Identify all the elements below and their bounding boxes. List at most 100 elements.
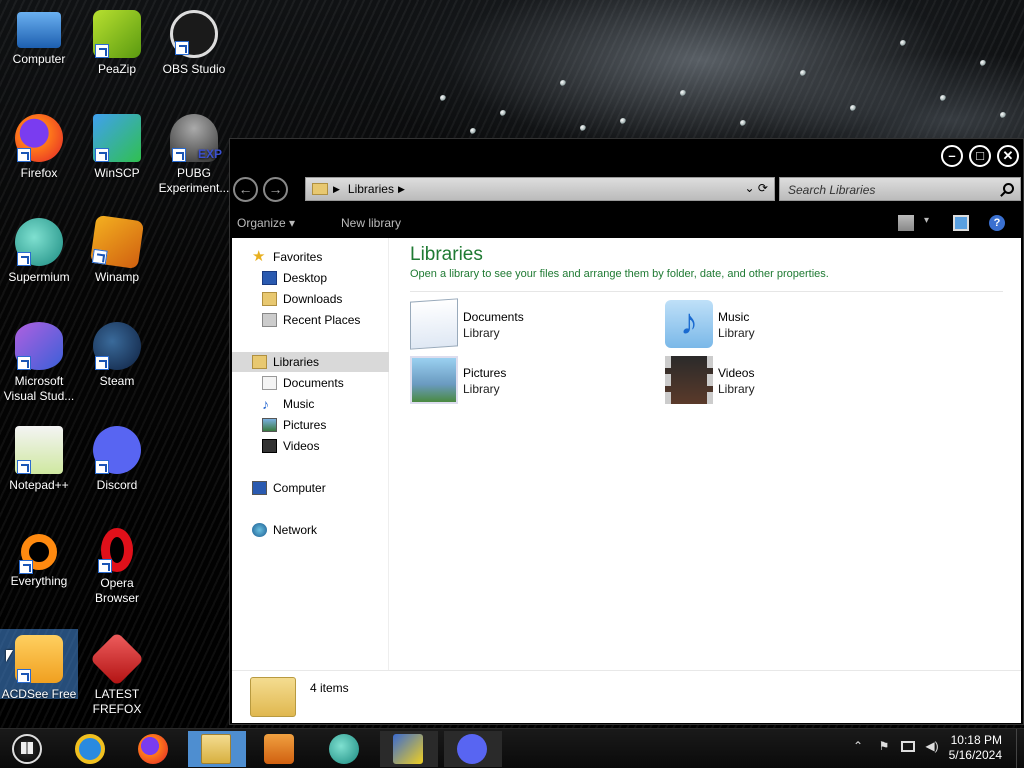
library-type: Library xyxy=(463,382,500,396)
clock-time: 10:18 PM xyxy=(950,733,1002,747)
forward-button[interactable]: → xyxy=(263,177,288,202)
desktop-icon-label: Steam xyxy=(99,374,135,388)
nav-videos[interactable]: Videos xyxy=(232,436,389,456)
taskbar-firefox[interactable] xyxy=(125,731,183,767)
nav-label: Documents xyxy=(283,376,344,390)
desktop-icon-visual-studio[interactable]: Microsoft Visual Stud... xyxy=(0,316,78,404)
file-explorer-icon xyxy=(201,734,231,764)
view-options-icon[interactable] xyxy=(898,215,914,231)
nav-label: Libraries xyxy=(273,355,320,369)
windows-logo-icon xyxy=(21,742,33,754)
desktop-icon-peazip[interactable]: PeaZip xyxy=(78,4,156,77)
desktop-icon-acdsee[interactable]: ACDSee Free xyxy=(0,629,78,701)
system-clock[interactable]: 10:18 PM 5/16/2024 xyxy=(949,733,1002,763)
back-button[interactable]: ← xyxy=(233,177,258,202)
maximize-button[interactable]: □ xyxy=(969,145,991,167)
details-pane: 4 items xyxy=(232,670,1021,723)
nav-label: Videos xyxy=(283,439,320,453)
steam-icon xyxy=(93,322,141,370)
desktop-icon-label: ACDSee Free xyxy=(1,687,77,701)
search-icon[interactable] xyxy=(1003,183,1014,194)
nav-libraries[interactable]: Libraries xyxy=(232,352,389,372)
taskbar-explorer[interactable] xyxy=(188,731,246,767)
desktop-icon-label: LATEST FREFOX xyxy=(92,687,142,716)
desktop-icon-winamp[interactable]: Winamp xyxy=(78,212,156,285)
desktop-icon-everything[interactable]: Everything xyxy=(0,524,78,589)
supermium-icon xyxy=(329,734,359,764)
refresh-icon[interactable]: ⌄ ⟳ xyxy=(745,181,768,195)
nav-label: Network xyxy=(273,523,318,537)
desktop-icon-winscp[interactable]: WinSCP xyxy=(78,108,156,181)
title-bar[interactable]: – □ ✕ xyxy=(230,139,1023,171)
supermium-icon xyxy=(15,218,63,266)
nav-pictures[interactable]: Pictures xyxy=(232,415,389,435)
videos-icon xyxy=(262,439,277,453)
show-desktop-button[interactable] xyxy=(1016,729,1024,768)
network-icon xyxy=(252,523,267,537)
search-input[interactable]: Search Libraries xyxy=(779,177,1021,201)
desktop-icon-label: Winamp xyxy=(94,270,139,284)
pubg-helmet-icon: EXP xyxy=(170,114,222,162)
desktop-icon-computer[interactable]: Computer xyxy=(0,4,78,67)
obs-icon xyxy=(170,10,218,58)
library-item-pictures[interactable]: Pictures Library xyxy=(410,356,630,406)
desktop-icon-pubg[interactable]: EXP PUBG Experiment... xyxy=(155,108,233,196)
libraries-icon xyxy=(252,355,267,369)
chevron-up-icon[interactable]: ⌃ xyxy=(851,739,865,753)
chevron-right-icon[interactable]: ▶ xyxy=(398,184,405,195)
library-item-documents[interactable]: Documents Library xyxy=(410,298,630,350)
taskbar-supermium[interactable] xyxy=(316,731,374,767)
nav-favorites[interactable]: ★ Favorites xyxy=(232,247,389,267)
mouse-cursor xyxy=(6,650,13,662)
chevron-down-icon[interactable]: ▾ xyxy=(924,215,940,231)
nav-recent-places[interactable]: Recent Places xyxy=(232,310,389,330)
help-icon[interactable]: ? xyxy=(989,215,1005,231)
desktop-icon-opera[interactable]: Opera Browser xyxy=(78,524,156,606)
latest-frefox-icon xyxy=(89,631,145,687)
desktop-icon-firefox[interactable]: Firefox xyxy=(0,108,78,181)
network-icon[interactable] xyxy=(901,741,915,752)
organize-button[interactable]: Organize ▾ xyxy=(237,216,295,230)
explorer-window[interactable]: – □ ✕ ← → ▶ Libraries ▶ ⌄ ⟳ Search Libra… xyxy=(229,138,1024,725)
new-library-button[interactable]: New library xyxy=(341,216,401,230)
desktop-icon-obs[interactable]: OBS Studio xyxy=(155,4,233,77)
desktop-icon-notepadpp[interactable]: Notepad++ xyxy=(0,420,78,493)
desktop-icon-steam[interactable]: Steam xyxy=(78,316,156,389)
library-name: Pictures xyxy=(463,366,507,380)
desktop-icon-label: OBS Studio xyxy=(162,62,226,76)
speaker-icon[interactable]: ◀) xyxy=(925,739,939,753)
desktop-icon-discord[interactable]: Discord xyxy=(78,420,156,493)
taskbar-ie[interactable] xyxy=(62,731,120,767)
nav-downloads[interactable]: Downloads xyxy=(232,289,389,309)
library-type: Library xyxy=(718,326,755,340)
nav-desktop[interactable]: Desktop xyxy=(232,268,389,288)
firefox-icon xyxy=(138,734,168,764)
breadcrumb[interactable]: Libraries xyxy=(348,182,394,196)
taskbar-media-player[interactable] xyxy=(251,731,309,767)
chevron-right-icon: ▶ xyxy=(333,183,340,194)
minimize-button[interactable]: – xyxy=(941,145,963,167)
flag-icon[interactable]: ⚑ xyxy=(877,739,891,753)
wallpaper-droplets xyxy=(380,0,1024,140)
recent-places-icon xyxy=(262,313,277,327)
videos-library-icon xyxy=(665,356,713,404)
taskbar-visual-studio[interactable] xyxy=(380,731,438,767)
address-bar[interactable]: ▶ Libraries ▶ ⌄ ⟳ xyxy=(305,177,775,201)
close-button[interactable]: ✕ xyxy=(997,145,1019,167)
desktop-icon-latest-frefox[interactable]: LATEST FREFOX xyxy=(78,629,156,717)
notepadpp-icon xyxy=(15,426,63,474)
nav-documents[interactable]: Documents xyxy=(232,373,389,393)
desktop-icon-label: Everything xyxy=(10,574,68,588)
start-button[interactable] xyxy=(12,734,42,764)
nav-music[interactable]: ♪ Music xyxy=(232,394,389,414)
everything-icon xyxy=(19,534,57,574)
documents-icon xyxy=(262,376,277,390)
library-item-videos[interactable]: Videos Library xyxy=(665,356,885,406)
taskbar-discord[interactable] xyxy=(444,731,502,767)
library-item-music[interactable]: ♪ Music Library xyxy=(665,300,885,350)
desktop-icon-label: Discord xyxy=(96,478,138,492)
desktop-icon-supermium[interactable]: Supermium xyxy=(0,212,78,285)
preview-pane-icon[interactable] xyxy=(953,215,969,231)
nav-network[interactable]: Network xyxy=(232,520,389,540)
nav-computer[interactable]: Computer xyxy=(232,478,389,498)
